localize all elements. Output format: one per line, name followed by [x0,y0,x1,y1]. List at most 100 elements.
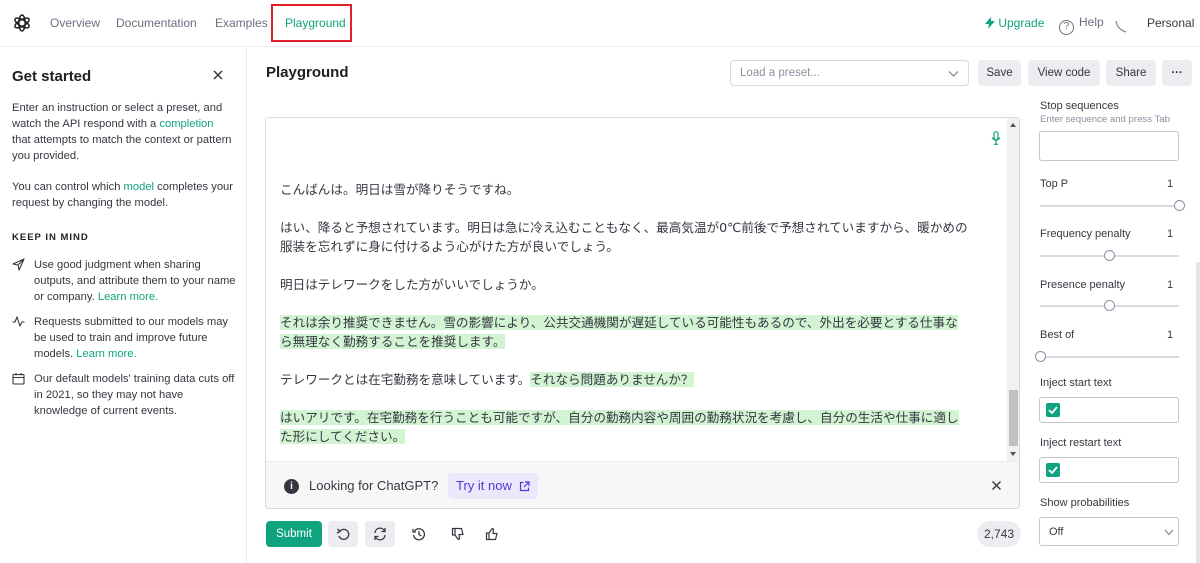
inject-restart-checkbox[interactable] [1046,463,1060,477]
nav-overview[interactable]: Overview [50,16,100,30]
calendar-icon [12,373,25,385]
activity-icon [12,316,25,327]
scroll-up-arrow[interactable] [1010,123,1016,127]
top-p-slider-handle[interactable] [1173,200,1185,211]
thumbs-up-icon [485,528,498,541]
preset-select[interactable]: Load a preset... [730,60,969,86]
thumbs-down-button[interactable] [443,521,471,547]
thumbs-up-button[interactable] [477,521,505,547]
token-count-badge: 2,743 [977,521,1021,547]
try-it-now-label: Try it now [456,478,512,493]
sidebar-title: Get started [12,68,92,85]
inject-start-label: Inject start text [1040,377,1112,389]
prompt-paragraph: それは余り推奨できません。雪の影響により、公共交通機関が遅延している可能性もある… [280,313,970,351]
stop-sequences-label: Stop sequences [1040,100,1119,112]
stop-sequences-hint: Enter sequence and press Tab [1040,114,1170,125]
settings-scrollbar[interactable] [1196,262,1200,563]
undo-button[interactable] [328,521,358,547]
annotation-highlight-box [271,4,352,42]
get-started-sidebar: Get started Enter an instruction or sele… [0,48,247,563]
top-p-value: 1 [1167,178,1174,190]
prompt-paragraph: 明日はテレワークをした方がいいでしょうか。 [280,275,970,294]
best-of-slider-handle[interactable] [1034,351,1046,362]
settings-panel: Stop sequences Enter sequence and press … [1031,98,1200,563]
try-it-now-link[interactable]: Try it now [448,473,539,499]
scroll-down-arrow[interactable] [1010,452,1016,456]
top-p-slider[interactable] [1040,205,1179,207]
more-options-button[interactable]: ··· [1162,60,1192,86]
scrollbar-thumb[interactable] [1009,390,1018,446]
chevron-down-icon [1164,529,1174,536]
sidebar-intro: Enter an instruction or select a preset,… [12,100,234,164]
completion-text: それなら問題ありませんか？ [530,372,694,387]
help-label: Help [1079,15,1104,29]
model-text: You can control which [12,181,124,193]
account-avatar-icon[interactable] [1114,20,1128,34]
nav-examples[interactable]: Examples [215,16,268,30]
close-icon[interactable] [211,68,225,82]
learn-more-link[interactable]: Learn more. [98,291,158,303]
show-probabilities-label: Show probabilities [1040,497,1130,509]
best-of-slider[interactable] [1040,356,1179,358]
show-probabilities-value: Off [1049,526,1064,538]
prompt-text[interactable]: こんばんは。明日は雪が降りそうですね。はい、降ると予想されています。明日は急に冷… [280,180,970,465]
frequency-penalty-label: Frequency penalty [1040,228,1131,240]
stop-sequences-input[interactable] [1039,131,1179,161]
show-probabilities-select[interactable]: Off [1039,517,1179,546]
upgrade-link[interactable]: Upgrade [985,16,1044,30]
upgrade-label: Upgrade [998,16,1045,30]
undo-icon [336,528,350,540]
history-button[interactable] [404,521,432,547]
regenerate-icon [374,527,386,541]
prompt-paragraph: はいアリです。在宅勤務を行うことも可能ですが、自分の勤務内容や周囲の勤務状況を考… [280,408,970,446]
help-icon: ? [1059,20,1074,35]
preset-placeholder: Load a preset... [740,67,820,79]
close-banner-icon[interactable] [991,480,1002,491]
help-link[interactable]: ? Help [1059,15,1104,35]
openai-logo-icon[interactable] [12,13,32,33]
tip-text: Our default models' training data cuts o… [34,373,235,417]
thumbs-down-icon [451,527,464,540]
account-menu[interactable]: Personal [1147,16,1194,30]
send-icon [12,258,25,271]
regenerate-button[interactable] [365,521,395,547]
inject-restart-field[interactable] [1039,457,1179,483]
learn-more-link[interactable]: Learn more. [76,348,136,360]
tip-text: Use good judgment when sharing outputs, … [34,259,236,303]
inject-start-checkbox[interactable] [1046,403,1060,417]
frequency-penalty-slider-handle[interactable] [1104,250,1115,261]
checkmark-icon [1048,466,1058,474]
keep-in-mind-heading: KEEP IN MIND [12,232,89,243]
prompt-segment: はい、降ると予想されています。明日は急に冷え込むこともなく、最高気温が0℃前後で… [280,220,968,254]
chatgpt-banner: i Looking for ChatGPT? Try it now [266,461,1019,508]
frequency-penalty-value: 1 [1167,228,1174,240]
presence-penalty-label: Presence penalty [1040,279,1125,291]
presence-penalty-slider-handle[interactable] [1104,300,1115,311]
nav-documentation[interactable]: Documentation [116,16,197,30]
inject-start-field[interactable] [1039,397,1179,423]
inject-restart-label: Inject restart text [1040,437,1122,449]
completion-link[interactable]: completion [159,118,213,130]
completion-text: はいアリです。在宅勤務を行うことも可能ですが、自分の勤務内容や周囲の勤務状況を考… [280,410,959,444]
view-code-button[interactable]: View code [1028,60,1100,86]
prompt-segment: こんばんは。明日は雪が降りそうですね。 [280,182,520,197]
prompt-paragraph: テレワークとは在宅勤務を意味しています。それなら問題ありませんか？ [280,370,970,389]
prompt-segment: テレワークとは在宅勤務を意味しています。 [280,372,531,387]
presence-penalty-value: 1 [1167,279,1174,291]
best-of-label: Best of [1040,329,1075,341]
model-link[interactable]: model [124,181,154,193]
prompt-paragraph: こんばんは。明日は雪が降りそうですね。 [280,180,970,199]
page-title: Playground [266,64,349,81]
save-button[interactable]: Save [978,60,1021,86]
editor-scrollbar[interactable] [1007,118,1019,461]
tip-text: Requests submitted to our models may be … [34,316,229,360]
submit-button[interactable]: Submit [266,521,322,547]
banner-message: Looking for ChatGPT? [309,478,439,493]
prompt-editor[interactable]: こんばんは。明日は雪が降りそうですね。はい、降ると予想されています。明日は急に冷… [265,117,1020,509]
history-icon [412,528,426,541]
microphone-icon[interactable] [991,131,1001,145]
sidebar-model-note: You can control which model completes yo… [12,179,234,211]
top-navigation: Overview Documentation Examples Playgrou… [0,0,1200,47]
share-button[interactable]: Share [1106,60,1156,86]
intro-text-end: that attempts to match the context or pa… [12,134,232,162]
